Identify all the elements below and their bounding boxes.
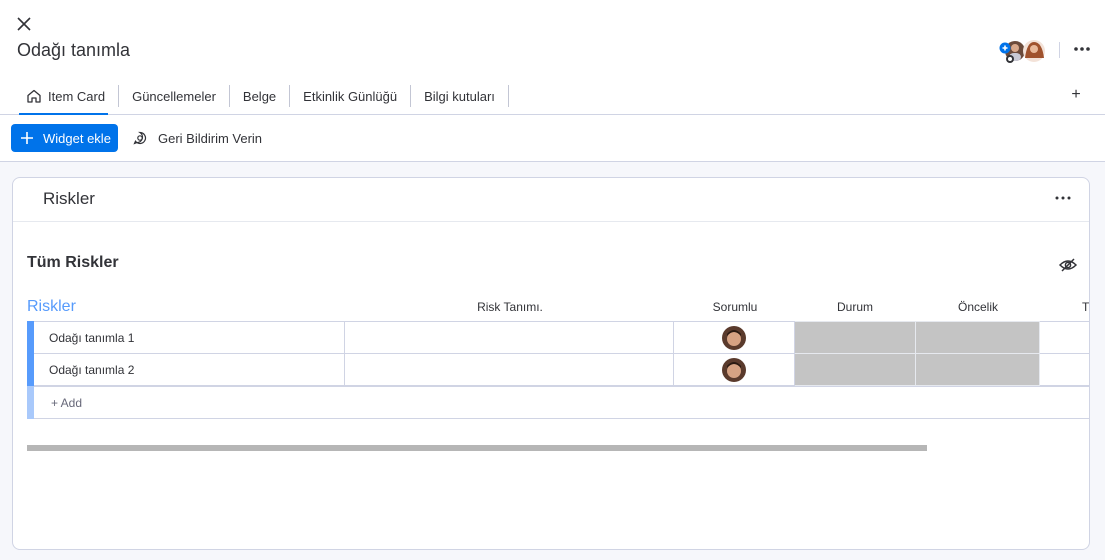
tab-label: Bilgi kutuları bbox=[424, 88, 495, 104]
add-tab-button[interactable]: + bbox=[1068, 86, 1084, 104]
person-avatar[interactable] bbox=[722, 326, 746, 350]
tab-label: Güncellemeler bbox=[132, 88, 216, 104]
header-divider bbox=[1059, 42, 1060, 58]
risk-description-cell[interactable] bbox=[345, 353, 674, 386]
page-title[interactable]: Odağı tanımla bbox=[17, 40, 130, 61]
tab-item-card[interactable]: Item Card bbox=[19, 85, 120, 115]
feedback-icon bbox=[133, 131, 147, 145]
item-name: Odağı tanımla 2 bbox=[49, 362, 135, 377]
column-header-priority[interactable]: Öncelik bbox=[916, 300, 1040, 314]
horizontal-scrollbar[interactable] bbox=[27, 445, 927, 451]
item-name-cell[interactable]: Odağı tanımla 2 bbox=[34, 353, 345, 386]
group-color-bar bbox=[27, 386, 34, 419]
truncated-cell[interactable] bbox=[1040, 353, 1089, 386]
give-feedback-button[interactable]: Geri Bildirim Verin bbox=[132, 130, 262, 146]
subscribers-avatars[interactable] bbox=[998, 38, 1048, 64]
tab-document[interactable]: Belge bbox=[230, 85, 291, 107]
feedback-label: Geri Bildirim Verin bbox=[158, 130, 263, 146]
add-widget-label: Widget ekle bbox=[43, 130, 111, 146]
tab-activity-log[interactable]: Etkinlik Günlüğü bbox=[290, 85, 412, 107]
column-header-status[interactable]: Durum bbox=[795, 300, 915, 314]
column-header-risk-description[interactable]: Risk Tanımı. bbox=[410, 300, 610, 314]
item-name-cell[interactable]: Odağı tanımla 1 bbox=[34, 321, 345, 354]
item-name: Odağı tanımla 1 bbox=[49, 330, 135, 345]
group-color-bar bbox=[27, 321, 34, 354]
risks-widget: Riskler Tüm Riskler Riskler Risk Tanımı.… bbox=[12, 177, 1090, 550]
tab-label: Belge bbox=[242, 88, 277, 104]
widget-header: Riskler bbox=[13, 178, 1089, 222]
table-row[interactable]: Odağı tanımla 1 bbox=[27, 321, 1089, 354]
hide-eye-icon[interactable] bbox=[1058, 256, 1078, 274]
column-header-owner[interactable]: Sorumlu bbox=[675, 300, 795, 314]
group-color-bar bbox=[27, 353, 34, 386]
truncated-cell[interactable] bbox=[1040, 321, 1089, 354]
column-header-truncated[interactable]: T bbox=[1082, 300, 1089, 314]
priority-cell[interactable] bbox=[916, 353, 1040, 386]
home-icon bbox=[27, 89, 41, 103]
add-item-label: + Add bbox=[51, 395, 83, 410]
person-avatar[interactable] bbox=[722, 358, 746, 382]
item-header: Odağı tanımla Item Card Güncellemeler Be… bbox=[0, 0, 1105, 115]
section-title: Tüm Riskler bbox=[27, 254, 119, 271]
priority-cell[interactable] bbox=[916, 321, 1040, 354]
close-icon[interactable] bbox=[14, 14, 34, 34]
tab-label: Etkinlik Günlüğü bbox=[303, 88, 398, 104]
add-item-input[interactable]: + Add bbox=[34, 386, 1089, 419]
add-item-row[interactable]: + Add bbox=[27, 386, 1089, 419]
table-row[interactable]: Odağı tanımla 2 bbox=[27, 353, 1089, 386]
owner-cell[interactable] bbox=[674, 321, 795, 354]
tab-updates[interactable]: Güncellemeler bbox=[119, 85, 230, 107]
widget-more-icon[interactable] bbox=[1053, 190, 1073, 206]
status-cell[interactable] bbox=[795, 321, 916, 354]
status-cell[interactable] bbox=[795, 353, 916, 386]
group-name[interactable]: Riskler bbox=[27, 298, 76, 316]
tab-label: Item Card bbox=[48, 88, 106, 104]
owner-cell[interactable] bbox=[674, 353, 795, 386]
add-widget-button[interactable]: Widget ekle bbox=[11, 124, 118, 152]
more-options-icon[interactable] bbox=[1072, 40, 1092, 58]
plus-icon bbox=[21, 132, 33, 144]
widget-title[interactable]: Riskler bbox=[43, 189, 95, 209]
risk-description-cell[interactable] bbox=[345, 321, 674, 354]
item-tabs: Item Card Güncellemeler Belge Etkinlik G… bbox=[19, 85, 509, 115]
tab-info-boxes[interactable]: Bilgi kutuları bbox=[411, 85, 509, 107]
